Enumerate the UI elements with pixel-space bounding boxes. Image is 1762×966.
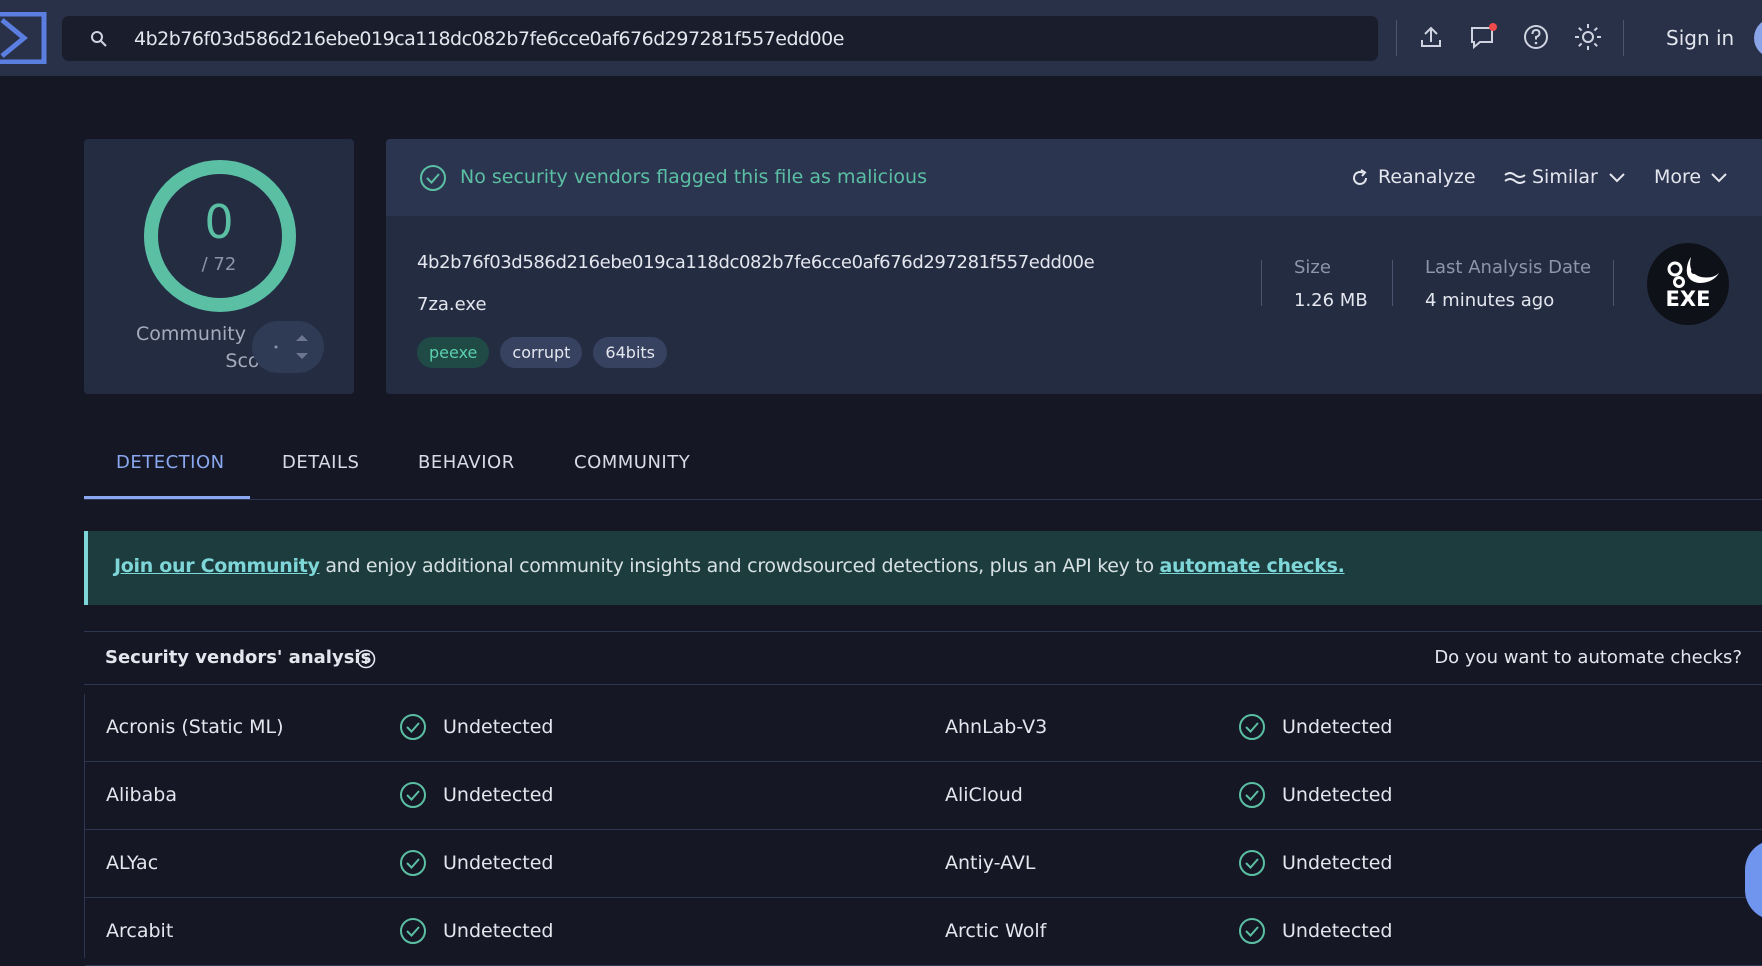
size-label: Size bbox=[1294, 257, 1331, 278]
file-tags: peexe corrupt 64bits bbox=[417, 337, 667, 368]
divider bbox=[1396, 20, 1397, 56]
vendor-name: ALYac bbox=[106, 852, 159, 874]
vendor-name: Alibaba bbox=[106, 784, 177, 806]
reanalyze-label: Reanalyze bbox=[1378, 166, 1476, 188]
virustotal-logo-icon[interactable] bbox=[0, 12, 48, 64]
tab-community[interactable]: COMMUNITY bbox=[574, 452, 690, 473]
table-row: Alibaba Undetected AliCloud Undetected bbox=[85, 762, 1762, 830]
tab-detection[interactable]: DETECTION bbox=[116, 452, 225, 473]
vendor-status: Undetected bbox=[1282, 852, 1393, 874]
tab-behavior[interactable]: BEHAVIOR bbox=[418, 452, 515, 473]
help-icon[interactable] bbox=[1521, 22, 1551, 52]
exe-gears-icon bbox=[1667, 257, 1719, 288]
vendor-name: AliCloud bbox=[945, 784, 1023, 806]
reanalyze-button[interactable]: Reanalyze bbox=[1350, 166, 1476, 188]
vendor-status: Undetected bbox=[443, 716, 554, 738]
vendor-status: Undetected bbox=[1282, 716, 1393, 738]
verdict-banner: No security vendors flagged this file as… bbox=[386, 139, 1762, 216]
upload-icon[interactable] bbox=[1416, 22, 1446, 52]
vote-arrows-icon[interactable] bbox=[252, 321, 324, 373]
info-icon[interactable] bbox=[356, 649, 376, 669]
verdict-message: No security vendors flagged this file as… bbox=[460, 166, 927, 188]
check-circle-icon bbox=[400, 850, 426, 876]
similar-label: Similar bbox=[1532, 166, 1598, 188]
table-row: ALYac Undetected Antiy-AVL Undetected bbox=[85, 830, 1762, 898]
tab-details[interactable]: DETAILS bbox=[282, 452, 359, 473]
file-hash[interactable]: 4b2b76f03d586d216ebe019ca118dc082b7fe6cc… bbox=[417, 252, 1095, 273]
vendor-name: AhnLab-V3 bbox=[945, 716, 1048, 738]
chevron-down-icon bbox=[1711, 173, 1727, 183]
vendor-status: Undetected bbox=[443, 852, 554, 874]
vendors-section-title: Security vendors' analysis bbox=[105, 647, 372, 668]
vendor-name: Arcabit bbox=[106, 920, 174, 942]
vendor-status: Undetected bbox=[443, 784, 554, 806]
divider bbox=[1613, 260, 1614, 306]
automate-checks-prompt[interactable]: Do you want to automate checks? bbox=[1434, 647, 1742, 668]
refresh-icon bbox=[1353, 169, 1367, 185]
vendor-name: Arctic Wolf bbox=[945, 920, 1047, 942]
table-row: Arcabit Undetected Arctic Wolf Undetecte… bbox=[85, 898, 1762, 966]
automate-checks-link[interactable]: automate checks. bbox=[1160, 555, 1345, 577]
file-name: 7za.exe bbox=[417, 294, 487, 315]
join-community-link[interactable]: Join our Community bbox=[114, 555, 320, 577]
search-icon bbox=[91, 31, 107, 47]
notifications-icon[interactable] bbox=[1468, 22, 1498, 52]
table-row: Acronis (Static ML) Undetected AhnLab-V3… bbox=[85, 694, 1762, 762]
divider bbox=[1261, 260, 1262, 306]
tag-peexe[interactable]: peexe bbox=[417, 337, 490, 368]
check-circle-icon bbox=[400, 918, 426, 944]
check-circle-icon bbox=[1239, 918, 1265, 944]
detection-total: / 72 bbox=[201, 254, 237, 275]
size-value: 1.26 MB bbox=[1294, 290, 1368, 311]
vendor-status: Undetected bbox=[443, 920, 554, 942]
file-type-label: EXE bbox=[1665, 287, 1711, 311]
similar-wave-icon bbox=[1504, 172, 1526, 184]
check-circle-icon bbox=[420, 165, 446, 191]
file-summary-card: No security vendors flagged this file as… bbox=[386, 139, 1762, 394]
more-label: More bbox=[1654, 166, 1702, 188]
divider bbox=[1623, 20, 1624, 56]
vendor-status: Undetected bbox=[1282, 920, 1393, 942]
join-community-banner: Join our Community and enjoy additional … bbox=[84, 531, 1762, 605]
vendors-section-header: Security vendors' analysis Do you want t… bbox=[84, 631, 1762, 685]
check-circle-icon bbox=[400, 714, 426, 740]
sign-in-link[interactable]: Sign in bbox=[1666, 26, 1734, 50]
report-tabs: DETECTION DETAILS BEHAVIOR COMMUNITY bbox=[84, 444, 1762, 500]
vendors-table: Acronis (Static ML) Undetected AhnLab-V3… bbox=[84, 694, 1762, 966]
vendor-name: Antiy-AVL bbox=[945, 852, 1036, 874]
vendor-name: Acronis (Static ML) bbox=[106, 716, 284, 738]
check-circle-icon bbox=[1239, 714, 1265, 740]
theme-toggle-icon[interactable] bbox=[1573, 22, 1603, 52]
search-bar bbox=[62, 16, 1378, 61]
active-tab-indicator bbox=[84, 496, 250, 499]
check-circle-icon bbox=[400, 782, 426, 808]
community-vote-control[interactable] bbox=[252, 321, 324, 373]
check-circle-icon bbox=[1239, 782, 1265, 808]
detection-count: 0 bbox=[204, 195, 234, 249]
join-community-text: Join our Community and enjoy additional … bbox=[114, 555, 1345, 577]
tag-64bits[interactable]: 64bits bbox=[593, 337, 667, 368]
community-score-card: 0 / 72 Community Score bbox=[84, 139, 354, 394]
last-analysis-value: 4 minutes ago bbox=[1425, 290, 1555, 311]
top-bar: Sign in bbox=[0, 0, 1762, 76]
vendor-status: Undetected bbox=[1282, 784, 1393, 806]
join-community-body: and enjoy additional community insights … bbox=[319, 555, 1160, 577]
chevron-down-icon bbox=[1609, 173, 1625, 183]
check-circle-icon bbox=[1239, 850, 1265, 876]
search-input[interactable] bbox=[134, 16, 1354, 61]
file-type-badge: EXE bbox=[1647, 243, 1729, 325]
similar-button[interactable]: Similar bbox=[1504, 166, 1625, 188]
tag-corrupt[interactable]: corrupt bbox=[500, 337, 583, 368]
avatar[interactable] bbox=[1754, 18, 1762, 58]
more-button[interactable]: More bbox=[1654, 166, 1727, 188]
divider bbox=[1392, 260, 1393, 306]
last-analysis-label: Last Analysis Date bbox=[1425, 257, 1592, 278]
